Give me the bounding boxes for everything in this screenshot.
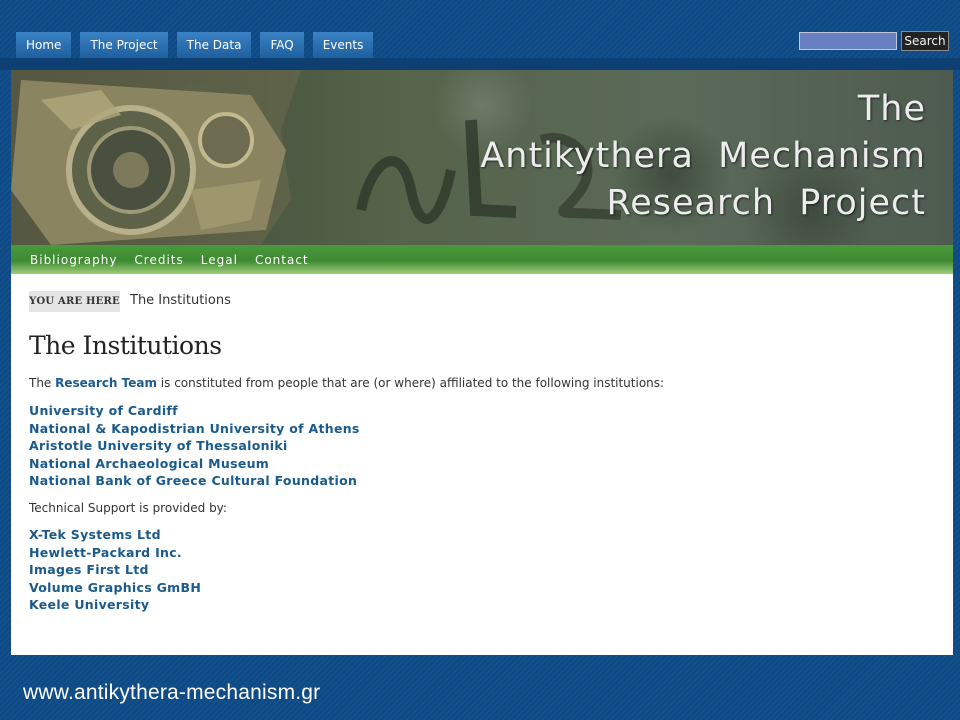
institution-link[interactable]: National Bank of Greece Cultural Foundat… [29, 473, 357, 488]
supporters-list: X-Tek Systems Ltd Hewlett-Packard Inc. I… [29, 525, 201, 613]
nav-tab-events[interactable]: Events [312, 32, 374, 58]
research-team-link[interactable]: Research Team [55, 376, 157, 390]
site-title-line: Research Project [606, 183, 926, 223]
list-item: National Archaeological Museum [29, 454, 360, 472]
nav-tab-the-project[interactable]: The Project [80, 32, 168, 58]
institution-link[interactable]: Aristotle University of Thessaloniki [29, 438, 288, 453]
intro-text-before: The [29, 376, 56, 390]
nav-tab-the-data[interactable]: The Data [176, 32, 252, 58]
support-intro-paragraph: Technical Support is provided by: [29, 501, 227, 515]
list-item: National Bank of Greece Cultural Foundat… [29, 471, 360, 489]
supporter-link[interactable]: Keele University [29, 597, 149, 612]
breadcrumb-label: YOU ARE HERE [29, 291, 120, 312]
page-container: The Antikythera Mechanism Research Proje… [11, 70, 953, 655]
supporter-link[interactable]: Hewlett-Packard Inc. [29, 545, 182, 560]
subnav-link-contact[interactable]: Contact [255, 253, 309, 267]
list-item: Hewlett-Packard Inc. [29, 543, 201, 561]
list-item: National & Kapodistrian University of At… [29, 419, 360, 437]
top-navigation: Home The Project The Data FAQ Events [16, 32, 382, 58]
supporter-link[interactable]: Images First Ltd [29, 562, 149, 577]
header-banner: The Antikythera Mechanism Research Proje… [11, 70, 953, 245]
subnav-link-bibliography[interactable]: Bibliography [30, 253, 117, 267]
secondary-navigation: Bibliography Credits Legal Contact [11, 245, 953, 274]
nav-tab-home[interactable]: Home [16, 32, 72, 58]
page-title: The Institutions [29, 331, 222, 360]
list-item: Images First Ltd [29, 560, 201, 578]
supporter-link[interactable]: X-Tek Systems Ltd [29, 527, 161, 542]
site-title-line: The [857, 89, 926, 129]
search-button[interactable]: Search [901, 31, 949, 51]
institution-link[interactable]: National & Kapodistrian University of At… [29, 421, 360, 436]
nav-tab-faq[interactable]: FAQ [260, 32, 304, 58]
subnav-link-credits[interactable]: Credits [134, 253, 183, 267]
nav-divider-strip [0, 58, 960, 70]
list-item: Keele University [29, 595, 201, 613]
supporter-link[interactable]: Volume Graphics GmBH [29, 580, 201, 595]
site-title: The Antikythera Mechanism Research Proje… [480, 86, 926, 227]
antikythera-mechanism-image [11, 70, 301, 245]
breadcrumb-current: The Institutions [130, 293, 231, 308]
list-item: Aristotle University of Thessaloniki [29, 436, 360, 454]
institution-link[interactable]: University of Cardiff [29, 403, 178, 418]
list-item: Volume Graphics GmBH [29, 578, 201, 596]
intro-text-after: is constituted from people that are (or … [156, 376, 665, 390]
site-url-caption: www.antikythera-mechanism.gr [23, 681, 321, 704]
list-item: University of Cardiff [29, 401, 360, 419]
site-title-line: Antikythera Mechanism [480, 136, 926, 176]
intro-paragraph: The Research Team is constituted from pe… [29, 376, 664, 390]
institution-link[interactable]: National Archaeological Museum [29, 456, 269, 471]
list-item: X-Tek Systems Ltd [29, 525, 201, 543]
subnav-link-legal[interactable]: Legal [201, 253, 238, 267]
institutions-list: University of Cardiff National & Kapodis… [29, 401, 360, 489]
search-input[interactable] [799, 32, 897, 50]
